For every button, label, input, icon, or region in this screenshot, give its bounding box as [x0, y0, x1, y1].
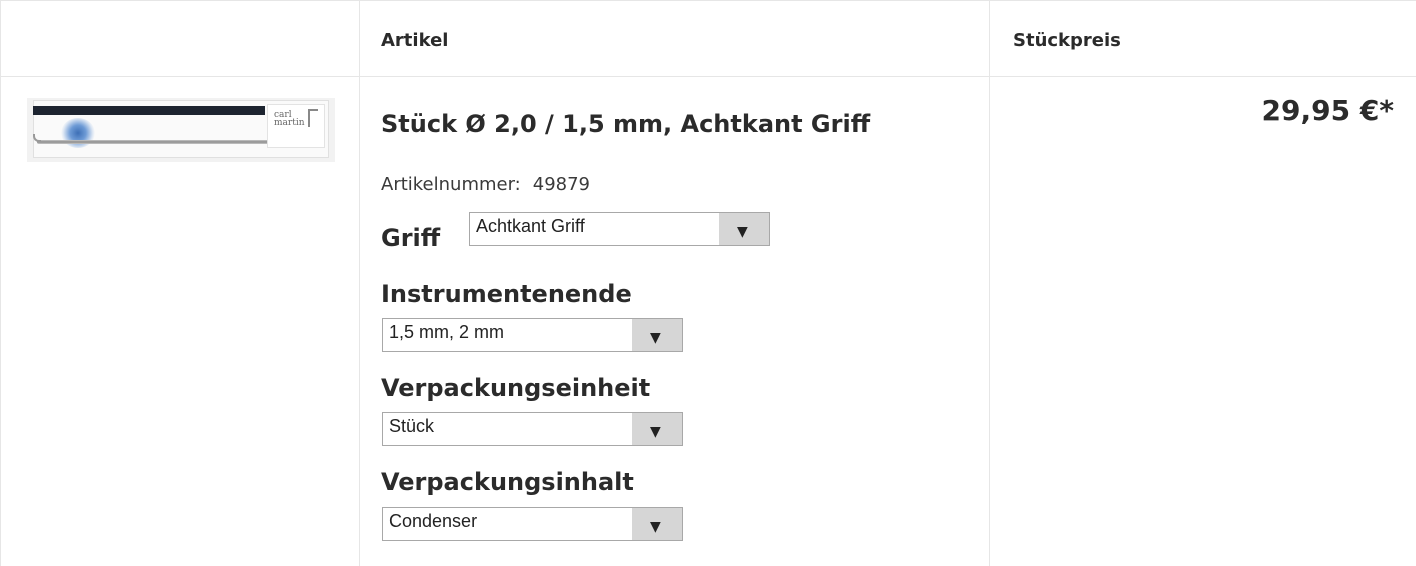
option-label-verpackungseinheit: Verpackungseinheit — [381, 374, 651, 402]
header-article: Artikel — [381, 30, 449, 51]
article-number-label: Artikelnummer: — [381, 174, 521, 195]
option-label-verpackungsinhalt: Verpackungsinhalt — [381, 468, 634, 496]
table-border-left — [0, 0, 1, 566]
header-unit-price: Stückpreis — [1013, 30, 1121, 51]
select-griff-value: Achtkant Griff — [476, 216, 585, 236]
table-divider-1 — [359, 0, 360, 566]
product-title[interactable]: Stück Ø 2,0 / 1,5 mm, Achtkant Griff — [381, 110, 870, 138]
table-header-divider — [0, 76, 1416, 77]
article-number-value: 49879 — [532, 174, 591, 195]
table-divider-2 — [989, 0, 990, 566]
chevron-down-icon[interactable]: ▼ — [632, 319, 682, 351]
select-verpackungsinhalt[interactable]: Condenser ▼ — [382, 507, 683, 541]
option-label-instrumentenende: Instrumentenende — [381, 280, 632, 308]
select-verpackungsinhalt-value: Condenser — [389, 511, 478, 531]
select-verpackungseinheit[interactable]: Stück ▼ — [382, 412, 683, 446]
select-verpackungseinheit-value: Stück — [389, 416, 435, 436]
brand-label: carl martin — [267, 104, 325, 148]
chevron-down-icon[interactable]: ▼ — [632, 508, 682, 540]
table-border-top — [0, 0, 1416, 1]
chevron-down-icon[interactable]: ▼ — [719, 213, 769, 245]
option-label-griff: Griff — [381, 224, 441, 252]
select-griff[interactable]: Achtkant Griff ▼ — [469, 212, 770, 246]
article-number: Artikelnummer: 49879 — [381, 174, 590, 195]
brand-logo: carl martin — [274, 110, 305, 128]
chevron-down-icon[interactable]: ▼ — [632, 413, 682, 445]
product-image[interactable]: carl martin — [27, 98, 335, 162]
unit-price: 29,95 €* — [1261, 94, 1394, 127]
select-instrumentenende-value: 1,5 mm, 2 mm — [389, 322, 505, 342]
select-instrumentenende[interactable]: 1,5 mm, 2 mm ▼ — [382, 318, 683, 352]
